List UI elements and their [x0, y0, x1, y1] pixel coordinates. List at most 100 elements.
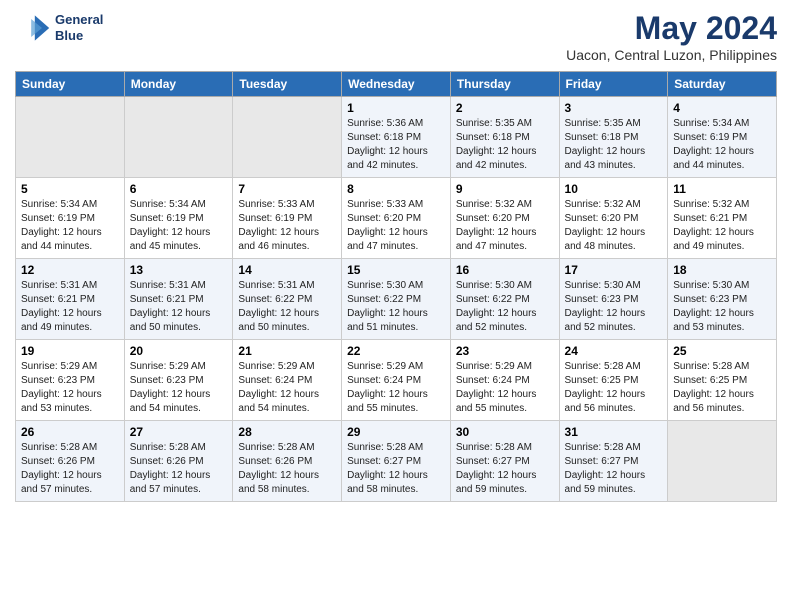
- calendar-cell: 22Sunrise: 5:29 AM Sunset: 6:24 PM Dayli…: [342, 340, 451, 421]
- calendar-cell: 3 Sunrise: 5:35 AM Sunset: 6:18 PM Daylig…: [559, 97, 668, 178]
- day-number: 28: [238, 425, 336, 439]
- calendar-cell: 13 Sunrise: 5:31 AM Sunset: 6:21 PM Dayli…: [124, 259, 233, 340]
- calendar-week-row: 5 Sunrise: 5:34 AM Sunset: 6:19 PM Daylig…: [16, 178, 777, 259]
- calendar-cell: 31 Sunrise: 5:28 AM Sunset: 6:27 PM Dayli…: [559, 421, 668, 502]
- day-info: Sunrise: 5:30 AM Sunset: 6:23 PM Dayligh…: [565, 279, 663, 335]
- day-number: 15: [347, 263, 445, 277]
- calendar-cell: [668, 421, 777, 502]
- day-number: 13: [130, 263, 228, 277]
- day-number: 3: [565, 101, 663, 115]
- calendar-cell: 26 Sunrise: 5:28 AM Sunset: 6:26 PM Dayli…: [16, 421, 125, 502]
- day-info: Sunrise: 5:29 AM Sunset: 6:24 PM Dayligh…: [238, 360, 336, 416]
- title-block: May 2024 Uacon, Central Luzon, Philippin…: [566, 10, 777, 63]
- day-info: Sunrise: 5:32 AM Sunset: 6:21 PM Dayligh…: [673, 198, 771, 254]
- day-number: 16: [456, 263, 554, 277]
- weekday-header: Thursday: [450, 72, 559, 97]
- calendar-week-row: 26 Sunrise: 5:28 AM Sunset: 6:26 PM Dayli…: [16, 421, 777, 502]
- day-info: Sunrise: 5:31 AM Sunset: 6:21 PM Dayligh…: [130, 279, 228, 335]
- day-info: Sunrise: 5:28 AM Sunset: 6:27 PM Dayligh…: [565, 441, 663, 497]
- day-number: 29: [347, 425, 445, 439]
- calendar-cell: 5Sunrise: 5:34 AM Sunset: 6:19 PM Daylig…: [16, 178, 125, 259]
- day-info: Sunrise: 5:36 AM Sunset: 6:18 PM Dayligh…: [347, 117, 445, 173]
- calendar-cell: 1 Sunrise: 5:36 AM Sunset: 6:18 PM Daylig…: [342, 97, 451, 178]
- day-number: 14: [238, 263, 336, 277]
- calendar-week-row: 1 Sunrise: 5:36 AM Sunset: 6:18 PM Daylig…: [16, 97, 777, 178]
- day-number: 5: [21, 182, 119, 196]
- weekday-header: Sunday: [16, 72, 125, 97]
- day-info: Sunrise: 5:28 AM Sunset: 6:27 PM Dayligh…: [347, 441, 445, 497]
- calendar-cell: 17Sunrise: 5:30 AM Sunset: 6:23 PM Dayli…: [559, 259, 668, 340]
- calendar-table: SundayMondayTuesdayWednesdayThursdayFrid…: [15, 71, 777, 502]
- calendar-week-row: 19 Sunrise: 5:29 AM Sunset: 6:23 PM Dayli…: [16, 340, 777, 421]
- day-info: Sunrise: 5:28 AM Sunset: 6:26 PM Dayligh…: [21, 441, 119, 497]
- day-number: 11: [673, 182, 771, 196]
- day-info: Sunrise: 5:32 AM Sunset: 6:20 PM Dayligh…: [565, 198, 663, 254]
- weekday-header: Friday: [559, 72, 668, 97]
- day-number: 26: [21, 425, 119, 439]
- calendar-cell: 11 Sunrise: 5:32 AM Sunset: 6:21 PM Dayli…: [668, 178, 777, 259]
- day-info: Sunrise: 5:28 AM Sunset: 6:26 PM Dayligh…: [130, 441, 228, 497]
- calendar-cell: 27 Sunrise: 5:28 AM Sunset: 6:26 PM Dayli…: [124, 421, 233, 502]
- day-number: 12: [21, 263, 119, 277]
- day-number: 23: [456, 344, 554, 358]
- day-number: 9: [456, 182, 554, 196]
- day-number: 20: [130, 344, 228, 358]
- calendar-cell: 9 Sunrise: 5:32 AM Sunset: 6:20 PM Daylig…: [450, 178, 559, 259]
- day-number: 19: [21, 344, 119, 358]
- calendar-week-row: 12 Sunrise: 5:31 AM Sunset: 6:21 PM Dayli…: [16, 259, 777, 340]
- logo-icon: [15, 10, 51, 46]
- page-header: General Blue May 2024 Uacon, Central Luz…: [15, 10, 777, 63]
- weekday-header-row: SundayMondayTuesdayWednesdayThursdayFrid…: [16, 72, 777, 97]
- calendar-cell: 14Sunrise: 5:31 AM Sunset: 6:22 PM Dayli…: [233, 259, 342, 340]
- calendar-cell: [124, 97, 233, 178]
- day-number: 10: [565, 182, 663, 196]
- day-info: Sunrise: 5:29 AM Sunset: 6:24 PM Dayligh…: [456, 360, 554, 416]
- day-number: 18: [673, 263, 771, 277]
- day-number: 27: [130, 425, 228, 439]
- calendar-cell: 16 Sunrise: 5:30 AM Sunset: 6:22 PM Dayli…: [450, 259, 559, 340]
- day-number: 1: [347, 101, 445, 115]
- calendar-cell: 23 Sunrise: 5:29 AM Sunset: 6:24 PM Dayli…: [450, 340, 559, 421]
- logo: General Blue: [15, 10, 103, 46]
- day-info: Sunrise: 5:30 AM Sunset: 6:22 PM Dayligh…: [456, 279, 554, 335]
- calendar-cell: 29 Sunrise: 5:28 AM Sunset: 6:27 PM Dayli…: [342, 421, 451, 502]
- day-info: Sunrise: 5:35 AM Sunset: 6:18 PM Dayligh…: [565, 117, 663, 173]
- calendar-cell: 15Sunrise: 5:30 AM Sunset: 6:22 PM Dayli…: [342, 259, 451, 340]
- day-info: Sunrise: 5:29 AM Sunset: 6:24 PM Dayligh…: [347, 360, 445, 416]
- day-info: Sunrise: 5:31 AM Sunset: 6:21 PM Dayligh…: [21, 279, 119, 335]
- day-number: 2: [456, 101, 554, 115]
- day-number: 21: [238, 344, 336, 358]
- weekday-header: Wednesday: [342, 72, 451, 97]
- day-info: Sunrise: 5:29 AM Sunset: 6:23 PM Dayligh…: [130, 360, 228, 416]
- day-info: Sunrise: 5:34 AM Sunset: 6:19 PM Dayligh…: [130, 198, 228, 254]
- calendar-cell: 6 Sunrise: 5:34 AM Sunset: 6:19 PM Daylig…: [124, 178, 233, 259]
- day-info: Sunrise: 5:34 AM Sunset: 6:19 PM Dayligh…: [673, 117, 771, 173]
- weekday-header: Tuesday: [233, 72, 342, 97]
- calendar-cell: 2 Sunrise: 5:35 AM Sunset: 6:18 PM Daylig…: [450, 97, 559, 178]
- calendar-cell: 18 Sunrise: 5:30 AM Sunset: 6:23 PM Dayli…: [668, 259, 777, 340]
- day-info: Sunrise: 5:30 AM Sunset: 6:23 PM Dayligh…: [673, 279, 771, 335]
- day-info: Sunrise: 5:32 AM Sunset: 6:20 PM Dayligh…: [456, 198, 554, 254]
- day-info: Sunrise: 5:33 AM Sunset: 6:20 PM Dayligh…: [347, 198, 445, 254]
- calendar-cell: 7Sunrise: 5:33 AM Sunset: 6:19 PM Daylig…: [233, 178, 342, 259]
- weekday-header: Monday: [124, 72, 233, 97]
- logo-text: General Blue: [55, 12, 103, 43]
- calendar-cell: 4Sunrise: 5:34 AM Sunset: 6:19 PM Daylig…: [668, 97, 777, 178]
- day-info: Sunrise: 5:28 AM Sunset: 6:25 PM Dayligh…: [673, 360, 771, 416]
- day-info: Sunrise: 5:35 AM Sunset: 6:18 PM Dayligh…: [456, 117, 554, 173]
- subtitle: Uacon, Central Luzon, Philippines: [566, 47, 777, 63]
- calendar-cell: 30Sunrise: 5:28 AM Sunset: 6:27 PM Dayli…: [450, 421, 559, 502]
- calendar-cell: 21 Sunrise: 5:29 AM Sunset: 6:24 PM Dayli…: [233, 340, 342, 421]
- day-number: 6: [130, 182, 228, 196]
- calendar-cell: 10 Sunrise: 5:32 AM Sunset: 6:20 PM Dayli…: [559, 178, 668, 259]
- calendar-cell: [16, 97, 125, 178]
- day-number: 24: [565, 344, 663, 358]
- day-info: Sunrise: 5:29 AM Sunset: 6:23 PM Dayligh…: [21, 360, 119, 416]
- calendar-cell: 20 Sunrise: 5:29 AM Sunset: 6:23 PM Dayli…: [124, 340, 233, 421]
- main-title: May 2024: [566, 10, 777, 47]
- day-info: Sunrise: 5:28 AM Sunset: 6:25 PM Dayligh…: [565, 360, 663, 416]
- day-info: Sunrise: 5:28 AM Sunset: 6:26 PM Dayligh…: [238, 441, 336, 497]
- day-number: 25: [673, 344, 771, 358]
- day-number: 31: [565, 425, 663, 439]
- day-info: Sunrise: 5:28 AM Sunset: 6:27 PM Dayligh…: [456, 441, 554, 497]
